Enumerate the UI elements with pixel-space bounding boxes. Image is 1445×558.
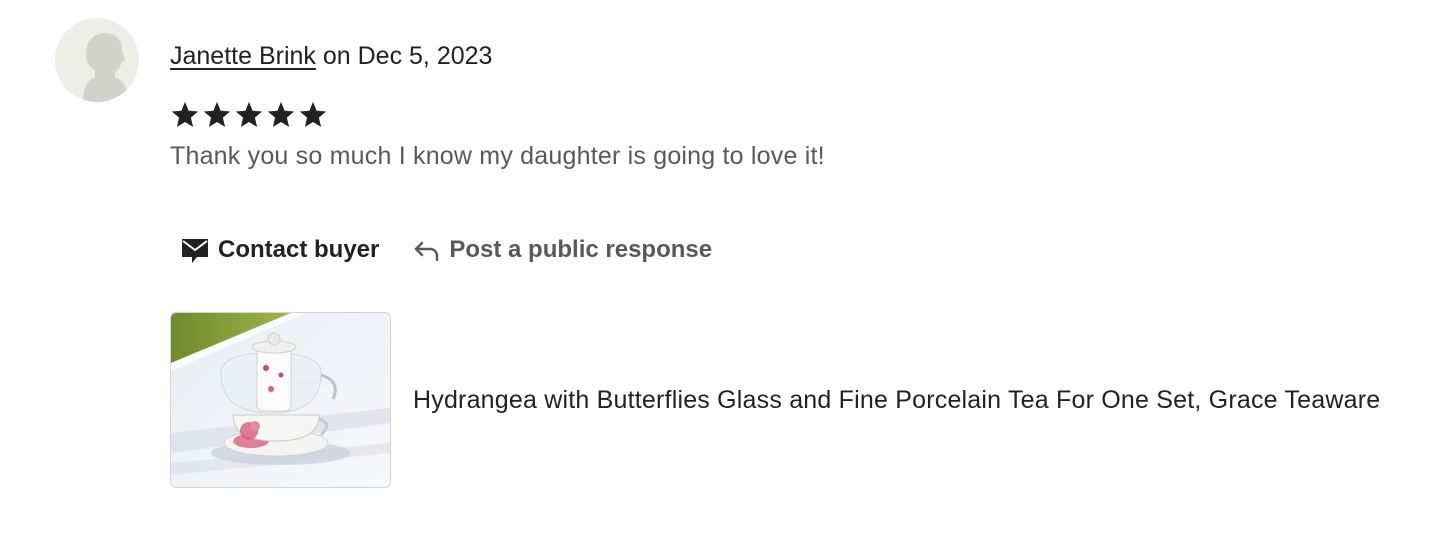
review-date: on Dec 5, 2023: [322, 42, 493, 70]
teapot-photo-image: [171, 313, 390, 487]
purchased-listing: Hydrangea with Butterflies Glass and Fin…: [170, 312, 1380, 488]
review-byline: Janette Brink on Dec 5, 2023: [170, 40, 492, 72]
user-silhouette-icon: [55, 18, 139, 102]
envelope-icon: [180, 236, 210, 264]
review-text: Thank you so much I know my daughter is …: [170, 142, 825, 170]
listing-thumbnail[interactable]: [170, 312, 391, 488]
post-public-response-button[interactable]: Post a public response: [403, 236, 722, 264]
contact-buyer-label: Contact buyer: [218, 236, 380, 263]
reviewer-name-link[interactable]: Janette Brink: [170, 42, 316, 70]
reply-arrow-icon: [413, 237, 441, 263]
star-icon: [203, 101, 231, 127]
review-actions: Contact buyer Post a public response: [170, 232, 722, 268]
star-icon: [235, 101, 263, 127]
star-icon: [171, 101, 199, 127]
post-public-response-label: Post a public response: [449, 236, 713, 263]
reviewer-avatar[interactable]: [55, 18, 139, 102]
contact-buyer-button[interactable]: Contact buyer: [170, 236, 389, 264]
star-rating: [170, 100, 328, 132]
star-icon: [299, 101, 327, 127]
listing-title-link[interactable]: Hydrangea with Butterflies Glass and Fin…: [413, 384, 1380, 416]
star-icon: [267, 101, 295, 127]
